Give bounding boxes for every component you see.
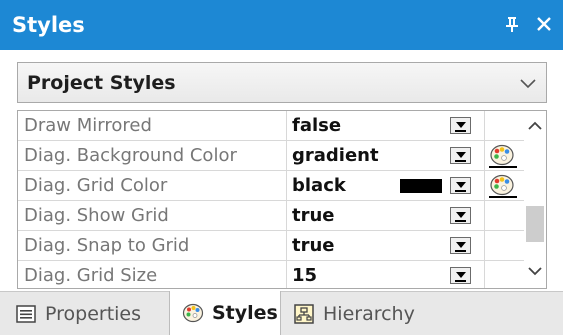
title-bar: Styles: [0, 0, 563, 50]
property-row[interactable]: Diag. Background Color gradient: [18, 141, 524, 171]
palette-icon: [490, 144, 514, 166]
value-dropdown-button[interactable]: [450, 177, 471, 194]
tab-label: Hierarchy: [323, 302, 415, 325]
value-dropdown-button[interactable]: [450, 237, 471, 254]
styles-window: Styles Project Styles Draw Mirrored fals…: [0, 0, 563, 335]
property-value[interactable]: true: [288, 201, 437, 230]
color-picker-button[interactable]: [489, 144, 517, 168]
property-value[interactable]: gradient: [288, 141, 437, 170]
property-value[interactable]: false: [288, 111, 437, 140]
scrollbar-thumb[interactable]: [526, 206, 544, 242]
tab-properties[interactable]: Properties: [9, 292, 169, 335]
hierarchy-icon: [294, 303, 314, 324]
close-button[interactable]: [531, 9, 557, 39]
color-swatch: [400, 179, 442, 193]
value-dropdown-button[interactable]: [450, 207, 471, 224]
property-value[interactable]: true: [288, 231, 437, 260]
chevron-down-icon: [520, 79, 536, 89]
value-dropdown-button[interactable]: [450, 267, 471, 284]
property-row[interactable]: Draw Mirrored false: [18, 111, 524, 141]
window-title: Styles: [12, 13, 85, 37]
scroll-up-icon[interactable]: [526, 117, 544, 135]
property-row[interactable]: Diag. Snap to Grid true: [18, 231, 524, 261]
style-selector-dropdown[interactable]: Project Styles: [17, 62, 547, 103]
vertical-scrollbar[interactable]: [524, 111, 546, 288]
tab-label: Styles: [212, 302, 278, 324]
property-name: Diag. Snap to Grid: [18, 231, 287, 260]
tab-label: Properties: [45, 302, 142, 325]
close-icon: [537, 17, 551, 31]
pin-button[interactable]: [499, 9, 525, 39]
value-dropdown-button[interactable]: [450, 117, 471, 134]
scroll-down-icon[interactable]: [526, 262, 544, 280]
palette-icon: [182, 303, 204, 323]
color-picker-button[interactable]: [489, 174, 517, 198]
property-value[interactable]: 15: [288, 261, 437, 288]
property-name: Draw Mirrored: [18, 111, 287, 140]
palette-icon: [490, 174, 514, 196]
value-dropdown-button[interactable]: [450, 147, 471, 164]
properties-icon: [16, 304, 36, 323]
property-row[interactable]: Diag. Show Grid true: [18, 201, 524, 231]
property-name: Diag. Grid Color: [18, 171, 287, 200]
tab-hierarchy[interactable]: Hierarchy: [281, 292, 431, 335]
tab-styles[interactable]: Styles: [169, 291, 281, 335]
style-selector-value: Project Styles: [27, 72, 176, 94]
property-name: Diag. Show Grid: [18, 201, 287, 230]
bottom-tab-bar: Properties Styles Hierarchy: [0, 291, 563, 335]
property-grid: Draw Mirrored false Diag. Background Col…: [17, 110, 547, 289]
property-name: Diag. Grid Size: [18, 261, 287, 288]
property-row[interactable]: Diag. Grid Size 15: [18, 261, 524, 288]
pin-icon: [506, 17, 518, 32]
property-row[interactable]: Diag. Grid Color black: [18, 171, 524, 201]
property-name: Diag. Background Color: [18, 141, 287, 170]
